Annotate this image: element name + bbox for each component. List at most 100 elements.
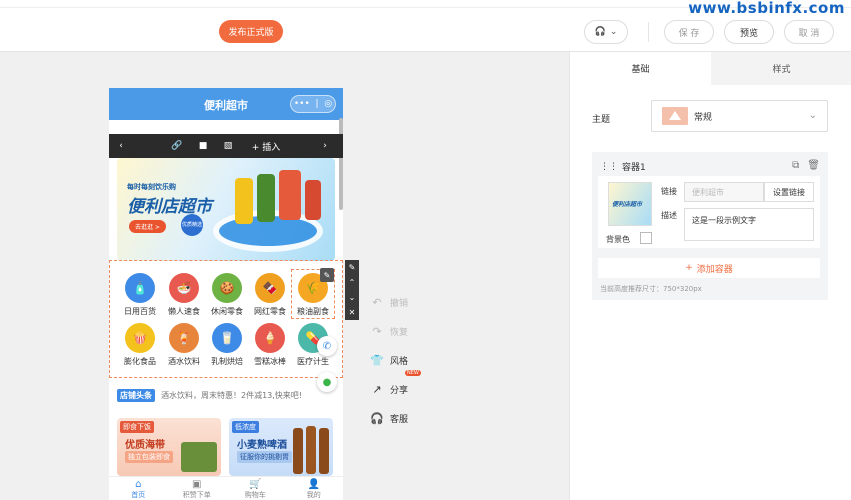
link-label: 链接	[661, 187, 677, 196]
tab-basic[interactable]: 基础	[570, 52, 711, 85]
bg-color-picker[interactable]	[640, 232, 652, 244]
insert-dropdown[interactable]: + 插入	[241, 134, 291, 158]
tab-style[interactable]: 样式	[711, 52, 851, 85]
wechat-button[interactable]: ●	[317, 372, 337, 392]
promo-title: 优质海带	[125, 440, 165, 451]
edit-icon[interactable]: ✎	[349, 263, 356, 272]
order-icon: ▣	[192, 479, 202, 490]
tab-cart[interactable]: 🛒 购物车	[226, 477, 285, 500]
category-item[interactable]: 🧴 日用百货	[120, 273, 160, 317]
category-label: 医疗计生	[297, 357, 329, 366]
next-button[interactable]: ›	[313, 134, 337, 158]
snack-icon: 🍪	[212, 273, 242, 303]
headset-icon: 🎧	[594, 27, 606, 37]
share-button[interactable]: ↗ 分享 NEW	[370, 370, 421, 404]
close-circle-icon[interactable]: ◎	[324, 99, 332, 109]
shop-notice[interactable]: 店铺头条 酒水饮料，周末特惠！2件减13,快来吧!	[117, 386, 337, 404]
chevron-down-icon: ⌄	[808, 110, 817, 121]
category-label: 网红零食	[254, 307, 286, 316]
link-input[interactable]: 便利超市	[684, 182, 764, 202]
category-label: 雪糕冰棒	[254, 357, 286, 366]
watermark: www.bsbinfx.com	[688, 0, 845, 17]
size-hint: 当前高度推荐尺寸：750*320px	[600, 285, 702, 293]
desc-textarea[interactable]: 这是一段示例文字	[684, 208, 814, 241]
wechat-icon: ●	[322, 376, 332, 388]
phone-scrollbar[interactable]	[339, 118, 343, 210]
category-item[interactable]: 🍫 网红零食	[250, 273, 290, 317]
save-button[interactable]: 保 存	[664, 20, 714, 44]
category-item[interactable]: 🍜 懒人速食	[164, 273, 204, 317]
category-grid[interactable]: 🧴 日用百货 🍜 懒人速食 🍪 休闲零食 🍫 网红零食 🌾 粮油副食 🍿 膨化食…	[109, 260, 343, 378]
promo-card[interactable]: 低浓度 小麦熟啤酒 征服你的挑剔胃	[229, 418, 333, 476]
support-dropdown[interactable]: 🎧 ⌄	[584, 20, 628, 44]
undo-button[interactable]: ↶ 撤销	[370, 288, 408, 317]
move-up-icon[interactable]: ⌃	[349, 278, 356, 287]
promo-tag: 即食下饭	[120, 421, 154, 433]
move-down-icon[interactable]: ⌄	[349, 293, 356, 302]
customer-service-button[interactable]: 🎧 客服	[370, 404, 408, 433]
capsule-divider: |	[315, 99, 319, 109]
image-icon[interactable]: ▧	[215, 134, 241, 158]
category-label: 懒人速食	[168, 307, 200, 316]
undo-icon: ↶	[372, 296, 382, 309]
edit-pencil-icon[interactable]: ✎	[320, 268, 334, 282]
add-container-button[interactable]: + 添加容器	[598, 258, 820, 278]
shirt-icon: 👕	[370, 354, 384, 367]
publish-button[interactable]: 发布正式版	[219, 20, 283, 43]
dairy-icon: 🥛	[212, 323, 242, 353]
category-item[interactable]: 🍹 酒水饮料	[164, 323, 204, 367]
tab-profile[interactable]: 👤 我的	[285, 477, 344, 500]
container-actions: ⧉ 🗑	[792, 160, 820, 171]
new-badge: NEW	[405, 370, 421, 376]
tab-home[interactable]: ⌂ 首页	[109, 477, 168, 500]
delete-icon[interactable]: ✕	[349, 308, 356, 317]
panel-tabs: 基础 样式	[570, 52, 851, 85]
seaweed-product-graphic	[181, 442, 217, 472]
drag-handle-icon[interactable]: ⋮⋮	[600, 162, 618, 172]
category-label: 日用百货	[124, 307, 156, 316]
miniapp-capsule[interactable]: ••• | ◎	[290, 95, 336, 113]
category-item[interactable]: 🥛 乳制烘焙	[207, 323, 247, 367]
beverage-icon: 🍹	[169, 323, 199, 353]
set-link-button[interactable]: 设置链接	[764, 182, 814, 202]
category-item[interactable]: 🍿 膨化食品	[120, 323, 160, 367]
category-label: 休闲零食	[211, 307, 243, 316]
banner-image[interactable]: 每时每刻饮乐购 便利店超市 去逛逛 > 优质精选	[117, 158, 335, 261]
tab-label: 购物车	[244, 491, 266, 499]
bg-color-label: 背景色	[606, 235, 630, 244]
tab-order[interactable]: ▣ 积赞下单	[168, 477, 227, 500]
editor-toolbar: ‹ 🔗 ■ ▧ + 插入 ›	[109, 134, 343, 158]
phone-icon: ✆	[322, 340, 332, 352]
promo-card[interactable]: 即食下饭 优质海带 独立包装即食	[117, 418, 221, 476]
container-image-thumbnail[interactable]: 便利店超市	[608, 182, 652, 226]
link-icon[interactable]: 🔗	[163, 134, 191, 158]
trash-icon[interactable]: 🗑	[807, 160, 820, 171]
action-label: 分享	[390, 386, 409, 396]
cancel-button[interactable]: 取 消	[784, 20, 834, 44]
notice-tag: 店铺头条	[117, 388, 155, 402]
copy-icon[interactable]: ⧉	[792, 160, 799, 171]
home-icon: ⌂	[135, 479, 142, 490]
top-bar: www.bsbinfx.com 发布正式版 🎧 ⌄ 保 存 预览 取 消	[0, 0, 851, 52]
container-card: ⋮⋮ 容器1 ⧉ 🗑 便利店超市 背景色 链接 便利超市 设置链接 描述 这是一…	[592, 152, 828, 300]
preview-button[interactable]: 预览	[724, 20, 774, 44]
redo-icon: ↷	[372, 325, 382, 338]
divider	[648, 22, 649, 42]
user-icon: 👤	[307, 479, 320, 490]
tab-label: 首页	[131, 491, 146, 499]
notice-text: 酒水饮料，周末特惠！2件减13,快来吧!	[161, 390, 303, 400]
category-item[interactable]: 🍪 休闲零食	[207, 273, 247, 317]
more-icon[interactable]: •••	[294, 99, 310, 109]
promo-tag: 低浓度	[232, 421, 259, 433]
headset-icon: 🎧	[370, 412, 384, 425]
style-button[interactable]: 👕 风格	[370, 346, 408, 375]
phone-call-button[interactable]: ✆	[317, 336, 337, 356]
plus-icon: +	[685, 263, 693, 273]
prev-button[interactable]: ‹	[109, 134, 133, 158]
theme-select[interactable]: 常规 ⌄	[651, 100, 828, 132]
redo-button[interactable]: ↷ 恢复	[370, 317, 408, 346]
tab-label: 我的	[306, 491, 321, 499]
desc-label: 描述	[661, 211, 677, 220]
category-item[interactable]: 🍦 雪糕冰棒	[250, 323, 290, 367]
square-icon[interactable]: ■	[191, 134, 215, 158]
